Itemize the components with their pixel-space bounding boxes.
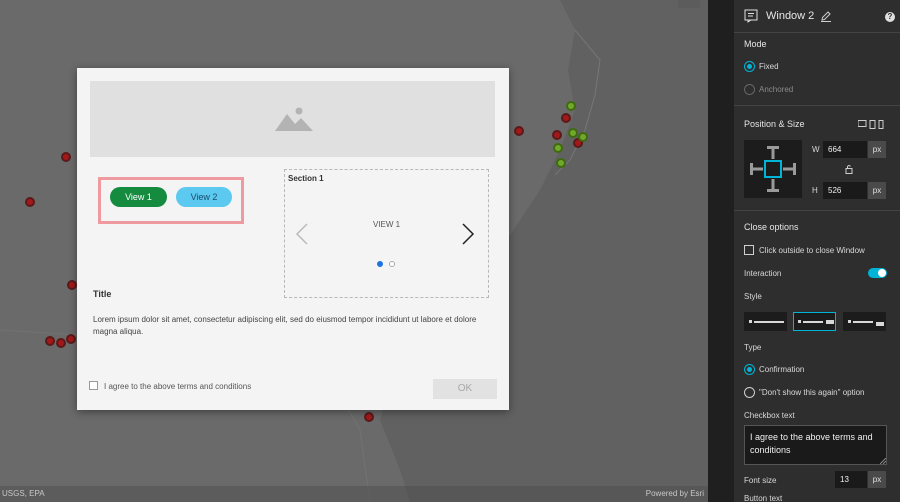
lock-icon[interactable] [845,164,853,174]
section-title: Section 1 [288,174,324,183]
edit-icon[interactable] [820,10,832,22]
device-icons[interactable] [858,120,888,129]
divider [734,32,900,33]
panel-gutter [708,0,734,502]
click-outside-label: Click outside to close Window [759,246,865,255]
mode-heading: Mode [744,39,767,49]
mode-anchored-radio[interactable] [744,84,755,95]
height-label: H [812,186,818,195]
resize-handle-icon[interactable] [880,458,886,464]
settings-panel: Window 2 ? Mode Fixed Anchored Position … [734,0,900,502]
interaction-toggle[interactable] [868,268,887,278]
window-body-text: Lorem ipsum dolor sit amet, consectetur … [93,315,477,336]
position-heading: Position & Size [744,119,805,129]
font-size-input[interactable]: 13 [835,471,867,488]
section-view-label: VIEW 1 [372,220,401,229]
width-input[interactable]: 664 [823,141,867,158]
type-dont-show-radio[interactable] [744,387,755,398]
view-1-button[interactable]: View 1 [110,187,167,207]
interaction-label: Interaction [744,269,782,278]
width-label: W [812,145,820,154]
attribution-left: USGS, EPA [2,489,45,498]
map-point[interactable] [25,197,35,207]
map-point[interactable] [566,101,576,111]
button-text-label: Button text [744,494,783,502]
anchor-grid[interactable] [744,140,802,198]
style-option-1[interactable] [744,312,787,331]
ok-button[interactable]: OK [433,379,497,399]
chevron-right-icon[interactable] [461,222,475,246]
style-option-2[interactable] [793,312,836,331]
mode-fixed-label: Fixed [759,62,779,71]
image-placeholder-icon [275,107,313,131]
window-icon [744,9,758,23]
checkbox-text-label: Checkbox text [744,411,795,420]
map-search-button[interactable]: ⌕ [678,0,700,8]
checkbox-text-input[interactable]: I agree to the above terms and condition… [744,425,887,465]
map-point[interactable] [552,130,562,140]
divider [734,210,900,211]
map-point[interactable] [67,280,77,290]
anchor-position-icon [750,146,796,192]
close-options-heading: Close options [744,222,799,232]
map-point[interactable] [61,152,71,162]
window-title: Title [93,289,112,299]
map-point[interactable] [56,338,66,348]
attribution-bar [0,486,708,502]
map-point[interactable] [553,143,563,153]
width-unit[interactable]: px [868,141,886,158]
panel-title: Window 2 [766,10,815,22]
click-outside-checkbox[interactable] [744,245,754,255]
search-icon: ⌕ [684,0,690,3]
mode-anchored-label: Anchored [759,85,794,94]
height-input[interactable]: 526 [823,182,867,199]
type-confirmation-label: Confirmation [759,365,805,374]
pager-dot[interactable] [389,261,395,267]
style-option-3[interactable] [843,312,886,331]
chevron-left-icon[interactable] [295,222,309,246]
map-point[interactable] [578,132,588,142]
type-confirmation-radio[interactable] [744,364,755,375]
attribution-right: Powered by Esri [645,489,704,498]
window-preview[interactable]: View 1 View 2 Section 1 VIEW 1 Title Lor… [77,68,509,410]
style-label: Style [744,292,762,301]
section-widget[interactable]: Section 1 VIEW 1 [284,169,489,298]
map-point[interactable] [45,336,55,346]
help-icon[interactable]: ? [885,12,895,22]
map-point[interactable] [556,158,566,168]
divider [734,105,900,106]
font-size-unit[interactable]: px [868,471,886,488]
map-point[interactable] [364,412,374,422]
map-point[interactable] [66,334,76,344]
map-point[interactable] [568,128,578,138]
map-point[interactable] [514,126,524,136]
image-placeholder[interactable] [90,81,495,157]
type-label: Type [744,343,762,352]
agree-checkbox[interactable] [89,381,98,390]
pager-dot-active[interactable] [377,261,383,267]
height-unit[interactable]: px [868,182,886,199]
view-2-button[interactable]: View 2 [176,187,232,207]
mode-fixed-radio[interactable] [744,61,755,72]
agree-label: I agree to the above terms and condition… [104,382,252,391]
type-dont-show-label: "Don't show this again" option [759,388,865,397]
map-point[interactable] [561,113,571,123]
font-size-label: Font size [744,476,777,485]
